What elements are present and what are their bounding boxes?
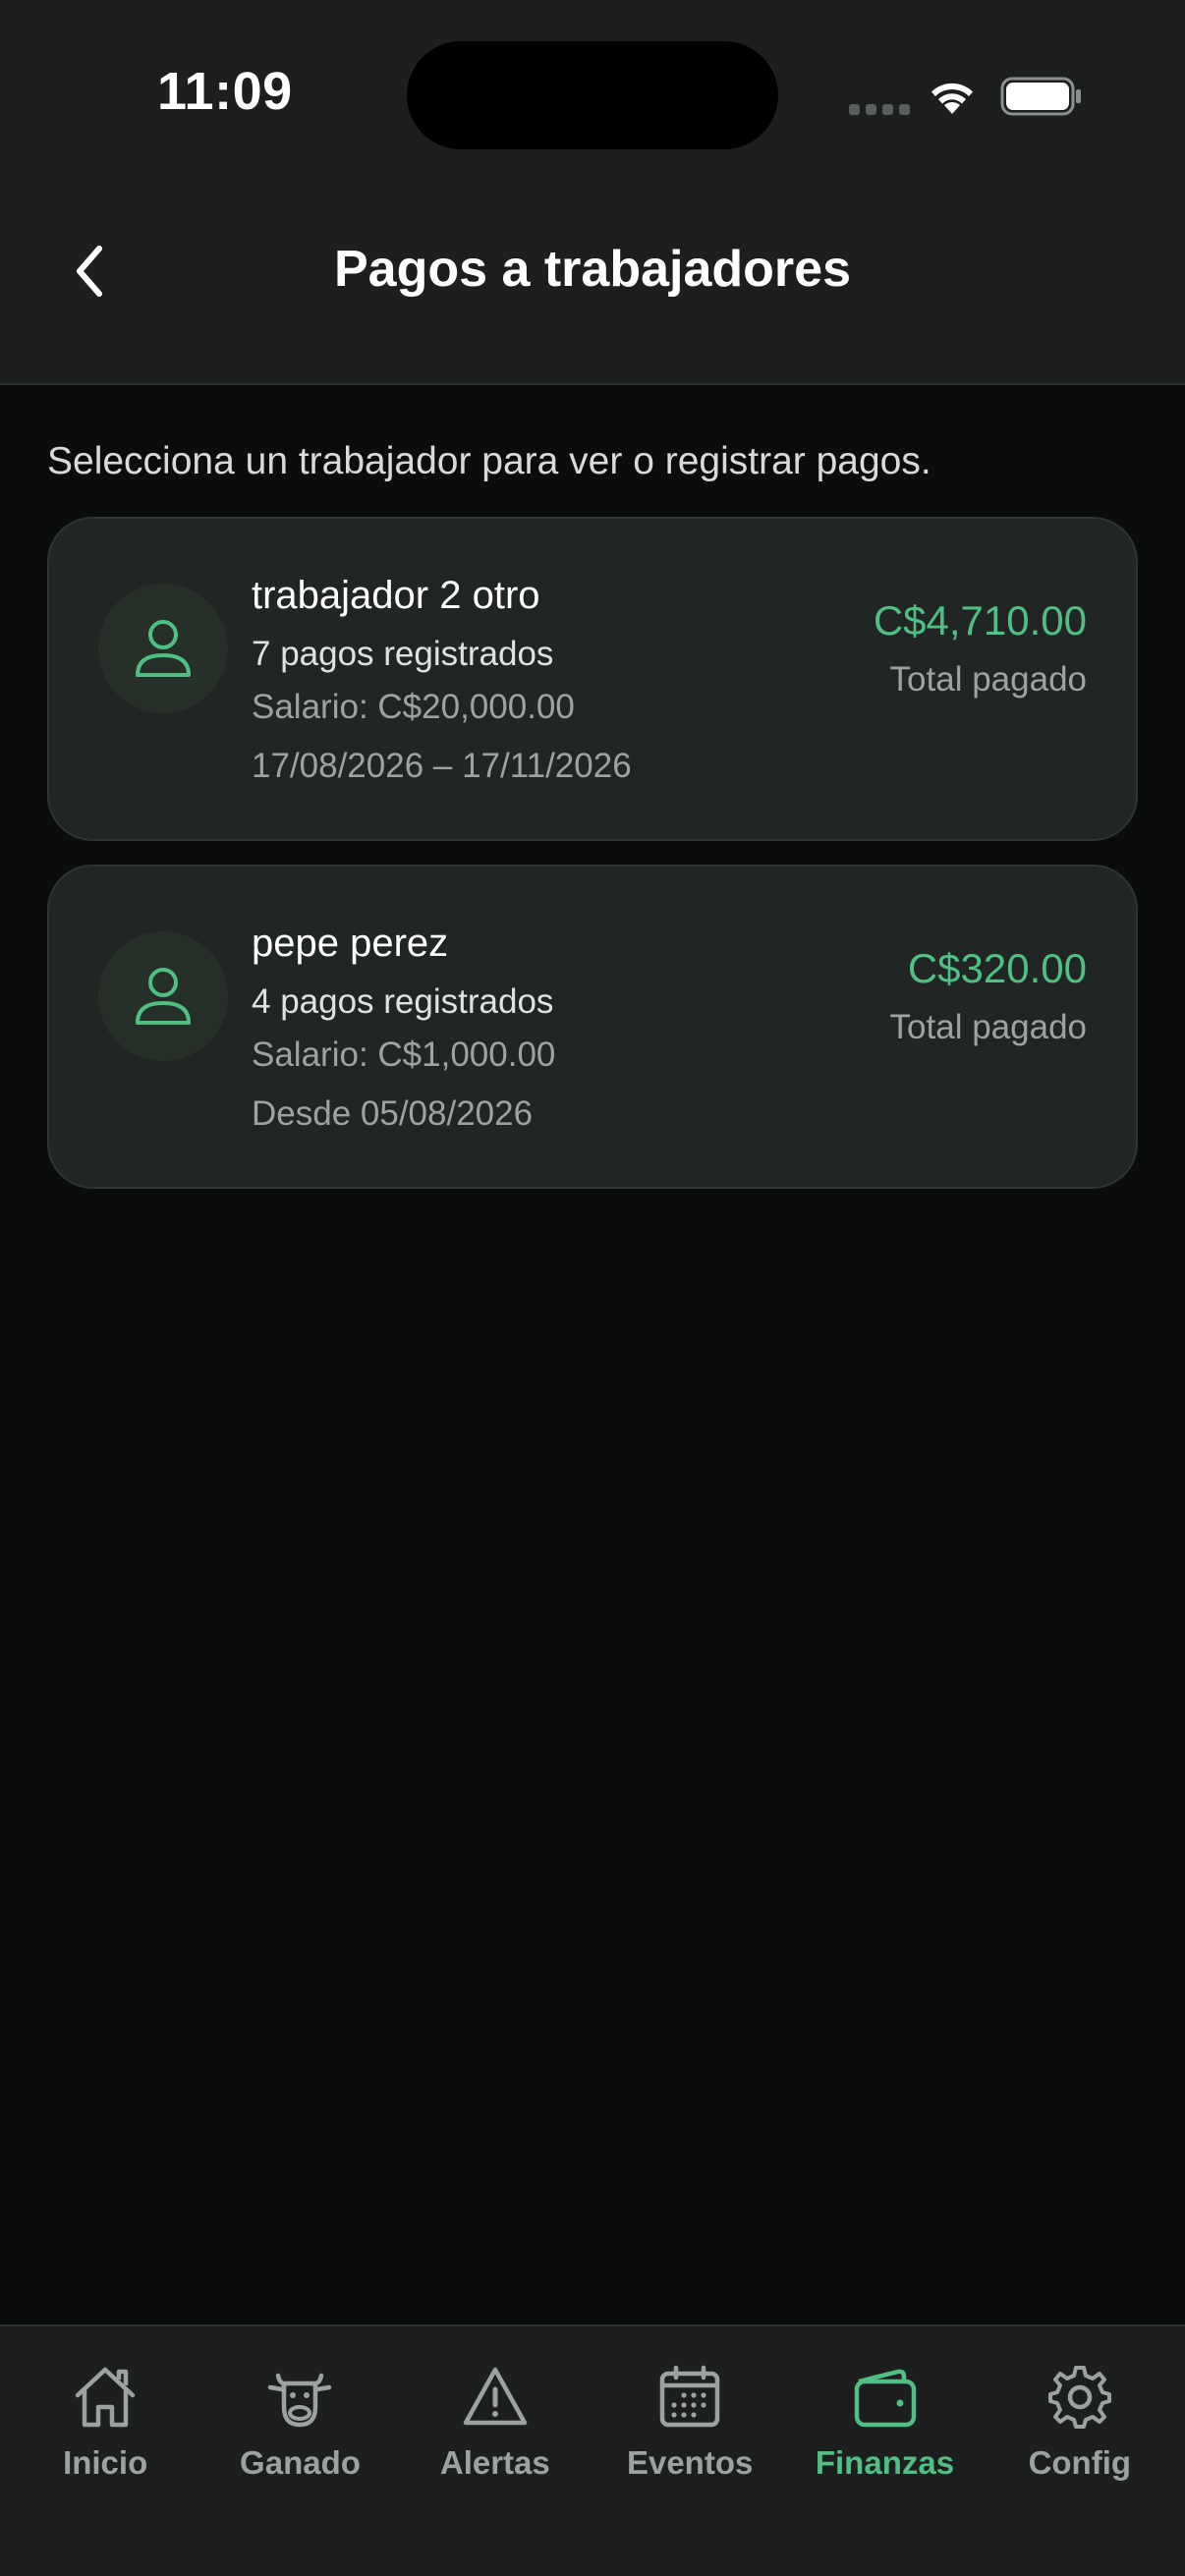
total-paid-amount: C$4,710.00 [873,597,1087,644]
tab-ganado[interactable]: Ganado [206,2362,393,2576]
battery-icon [1000,77,1081,116]
worker-name: pepe perez [252,922,449,965]
tab-bar: Inicio Ganado Alertas Eventos Finanzas C… [0,2324,1185,2576]
tab-label: Finanzas [815,2444,955,2481]
tab-label: Config [1028,2444,1132,2481]
top-bar: 11:09 Pagos a trabajadores [0,0,1185,385]
work-period: 17/08/2026 – 17/11/2026 [252,747,632,785]
worker-salary: Salario: C$1,000.00 [252,1036,556,1074]
tab-label: Eventos [626,2444,754,2481]
wifi-icon [931,83,973,114]
payment-count: 7 pagos registrados [252,635,554,673]
instructions-text: Selecciona un trabajador para ver o regi… [47,440,931,482]
dynamic-island [407,41,778,149]
total-paid-label: Total pagado [889,1008,1087,1046]
avatar [98,584,228,713]
tab-eventos[interactable]: Eventos [596,2362,783,2576]
page-title: Pagos a trabajadores [334,241,851,298]
tab-label: Inicio [63,2444,148,2481]
warning-icon [463,2367,528,2426]
wallet-icon [855,2369,917,2428]
status-time: 11:09 [157,62,293,121]
gear-icon [1047,2366,1111,2429]
total-paid-amount: C$320.00 [907,945,1087,991]
person-icon [136,968,191,1025]
tab-label: Ganado [240,2444,361,2481]
tab-finanzas[interactable]: Finanzas [791,2362,978,2576]
tab-inicio[interactable]: Inicio [12,2362,198,2576]
home-icon [75,2367,136,2428]
worker-name: trabajador 2 otro [252,574,540,617]
worker-card[interactable]: trabajador 2 otro 7 pagos registrados Sa… [47,517,1138,841]
screen: 11:09 Pagos a trabajadores Selecciona un… [0,0,1185,2576]
worker-salary: Salario: C$20,000.00 [252,688,575,726]
work-period: Desde 05/08/2026 [252,1094,534,1133]
tab-label: Alertas [439,2444,550,2481]
avatar [98,931,228,1061]
cellular-signal-icon [849,104,910,115]
tab-alertas[interactable]: Alertas [402,2362,589,2576]
tab-config[interactable]: Config [987,2362,1173,2576]
person-icon [136,620,191,677]
payment-count: 4 pagos registrados [252,982,554,1021]
worker-card[interactable]: pepe perez 4 pagos registrados Salario: … [47,865,1138,1189]
cow-icon [268,2373,332,2428]
calendar-icon [659,2365,720,2428]
total-paid-label: Total pagado [889,660,1087,699]
